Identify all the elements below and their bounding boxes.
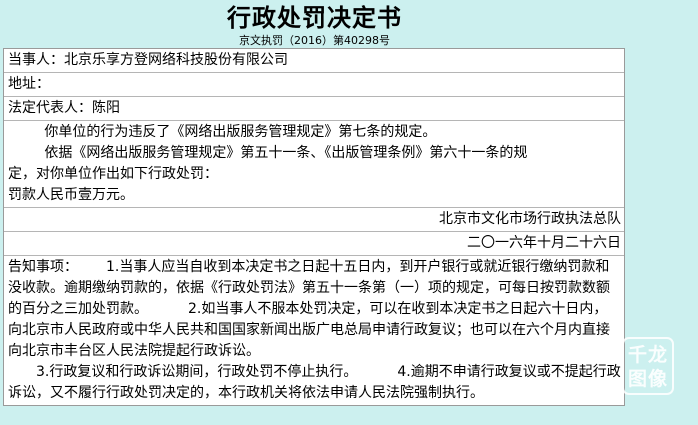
decision-table: 当事人：北京乐享方登网络科技股份有限公司 地址： 法定代表人：陈阳 你单位的行为… <box>3 48 625 406</box>
legal-rep-label: 法定代表人： <box>8 100 92 116</box>
legal-rep-name: 陈阳 <box>92 100 120 116</box>
party-label: 当事人： <box>8 52 64 68</box>
decision-date: 二〇一六年十月二十六日 <box>467 235 621 251</box>
watermark-text-top: 千龙 <box>627 344 668 366</box>
document-title: 行政处罚决定书 <box>227 4 402 32</box>
notice-item-3: 3.行政复议和行政诉讼期间，行政处罚不停止执行。 <box>36 364 358 380</box>
agency-name: 北京市文化市场行政执法总队 <box>439 211 621 227</box>
penalty-paragraph: 罚款人民币壹万元。 <box>8 187 134 203</box>
legal-rep-row: 法定代表人：陈阳 <box>4 97 624 121</box>
decision-body: 你单位的行为违反了《网络出版服务管理规定》第七条的规定。 依据《网络出版服务管理… <box>4 121 624 208</box>
party-row: 当事人：北京乐享方登网络科技股份有限公司 <box>4 49 624 73</box>
agency-row: 北京市文化市场行政执法总队 <box>4 208 624 232</box>
watermark-text-bottom: 图像 <box>627 368 668 390</box>
notice-section: 告知事项： 1.当事人应当自收到本决定书之日起十五日内，到开户银行或就近银行缴纳罚… <box>4 256 624 405</box>
watermark-logo: 千龙 图像 <box>622 337 674 395</box>
basis-paragraph-cont: 定，对你单位作出如下行政处罚： <box>8 166 218 182</box>
address-label: 地址： <box>8 76 50 92</box>
notice-label: 告知事项： <box>8 259 78 275</box>
address-row: 地址： <box>4 73 624 97</box>
date-row: 二〇一六年十月二十六日 <box>4 232 624 256</box>
basis-paragraph: 依据《网络出版服务管理规定》第五十一条、《出版管理条例》第六十一条的规 <box>44 145 528 161</box>
party-name: 北京乐享方登网络科技股份有限公司 <box>64 52 288 68</box>
document-number: 京文执罚（2016）第40298号 <box>239 34 390 47</box>
violation-paragraph: 你单位的行为违反了《网络出版服务管理规定》第七条的规定。 <box>44 124 437 140</box>
